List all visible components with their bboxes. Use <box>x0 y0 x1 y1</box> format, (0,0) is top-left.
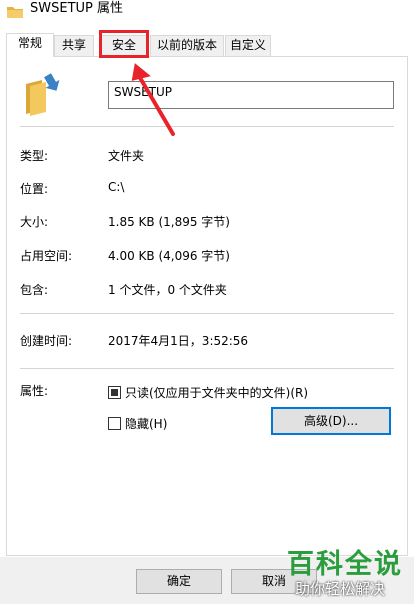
size-value: 1.85 KB (1,895 字节) <box>108 215 230 229</box>
arrow-icon <box>131 63 175 136</box>
divider <box>20 126 394 127</box>
readonly-label[interactable]: 只读(仅应用于文件夹中的文件)(R) <box>125 384 308 401</box>
window-title: SWSETUP 属性 <box>30 1 123 16</box>
tab-security[interactable]: 安全 <box>101 35 147 56</box>
size-label: 大小: <box>20 215 49 229</box>
contains-label: 包含: <box>20 283 49 297</box>
folder-icon <box>7 7 23 18</box>
attributes-label: 属性: <box>20 384 49 398</box>
location-value: C:\ <box>108 180 125 194</box>
created-value: 2017年4月1日，3:52:56 <box>108 334 249 348</box>
type-label: 类型: <box>20 149 49 163</box>
watermark: 百科全说 助你轻松解决 <box>283 540 414 604</box>
disk-size-label: 占用空间: <box>20 249 73 263</box>
title-bar: SWSETUP 属性 <box>0 0 414 32</box>
created-label: 创建时间: <box>20 334 73 348</box>
folder-icon <box>26 73 60 116</box>
hidden-label[interactable]: 隐藏(H) <box>125 415 167 432</box>
ok-button[interactable]: 确定 <box>136 569 222 594</box>
tab-customize[interactable]: 自定义 <box>225 35 271 56</box>
hidden-checkbox[interactable] <box>108 417 121 430</box>
tab-bar: 常规 共享 安全 以前的版本 自定义 <box>0 33 414 57</box>
readonly-checkbox[interactable] <box>108 386 121 399</box>
type-value: 文件夹 <box>108 149 145 163</box>
tab-sharing[interactable]: 共享 <box>54 35 94 56</box>
tab-general[interactable]: 常规 <box>6 33 54 57</box>
divider <box>20 313 394 314</box>
general-panel <box>6 56 408 556</box>
watermark-title: 百科全说 <box>287 549 403 580</box>
disk-size-value: 4.00 KB (4,096 字节) <box>108 249 230 263</box>
location-label: 位置: <box>20 182 49 196</box>
advanced-button[interactable]: 高级(D)... <box>271 407 391 435</box>
divider <box>20 368 394 369</box>
contains-value: 1 个文件，0 个文件夹 <box>108 283 227 297</box>
tab-previous-versions[interactable]: 以前的版本 <box>150 35 224 56</box>
watermark-subtitle: 助你轻松解决 <box>295 580 386 598</box>
